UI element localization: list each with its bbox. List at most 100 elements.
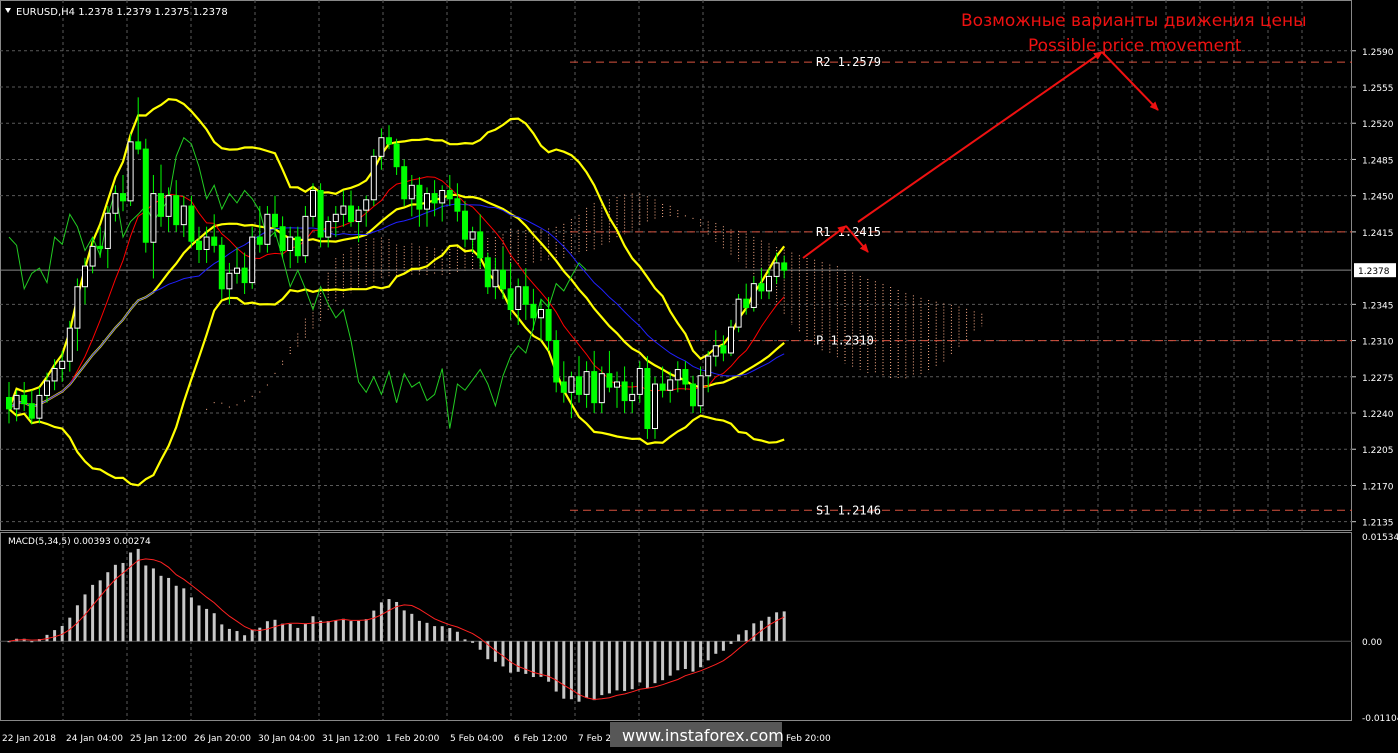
time-axis-label: 26 Jan 20:00 — [194, 734, 251, 744]
macd-histogram-bar — [281, 623, 285, 642]
candle-body — [325, 221, 332, 238]
candle-body — [393, 143, 400, 168]
macd-histogram-bar — [600, 641, 604, 696]
price-axis-label: 1.2205 — [1362, 446, 1394, 456]
candle-body — [538, 309, 544, 319]
candle-body — [378, 137, 385, 157]
candle-body — [750, 283, 757, 308]
macd-histogram-bar — [607, 641, 611, 694]
candle-body — [568, 376, 575, 393]
candle-body — [264, 213, 271, 245]
candle-body — [363, 199, 370, 211]
candle-body — [454, 198, 461, 212]
candle-body — [82, 265, 88, 288]
candle-body — [522, 286, 529, 305]
candle-body — [211, 236, 218, 246]
annotation-title-ru: Возможные варианты движения цены — [961, 11, 1307, 31]
macd-histogram-bar — [623, 641, 627, 691]
candle-body — [256, 236, 263, 245]
candle-body — [446, 189, 453, 200]
candle-body — [180, 205, 187, 226]
candle-body — [234, 267, 240, 274]
candle-body — [636, 368, 643, 395]
macd-axis-label: -0.01104 — [1362, 714, 1398, 724]
candle-body — [340, 205, 347, 215]
macd-histogram-bar — [319, 620, 323, 642]
candle-body — [408, 184, 415, 200]
macd-histogram-bar — [653, 641, 657, 684]
price-axis-label: 1.2345 — [1362, 301, 1394, 311]
macd-histogram-bar — [691, 641, 695, 672]
macd-histogram-bar — [303, 623, 307, 642]
candle-body — [758, 283, 765, 292]
macd-histogram-bar — [83, 594, 87, 642]
price-chart[interactable]: R2 1.2579 R1 1.2415 P 1.2310 S1 1.2146 1.25… — [0, 0, 1398, 749]
candle-body — [553, 340, 560, 383]
watermark-text: www.instaforex.com — [622, 726, 784, 745]
macd-histogram-bar — [471, 641, 475, 643]
macd-axis-label: 0.00 — [1362, 638, 1382, 648]
macd-histogram-bar — [136, 548, 140, 642]
macd-histogram-bar — [721, 641, 725, 651]
candle-body — [500, 269, 506, 290]
candle-body — [203, 236, 210, 250]
candle-body — [477, 231, 484, 259]
macd-histogram-bar — [425, 622, 429, 642]
macd-histogram-bar — [501, 641, 505, 667]
candle-body — [720, 345, 727, 354]
candle-body — [355, 209, 362, 223]
candle-body — [59, 360, 66, 370]
candle-body — [120, 193, 126, 202]
macd-histogram-bar — [379, 602, 383, 642]
macd-histogram-bar — [463, 639, 467, 642]
candle-body — [173, 195, 180, 226]
macd-histogram-bar — [372, 610, 376, 642]
current-price-label: 1.2378 — [1358, 267, 1390, 277]
candle-body — [545, 309, 552, 342]
candle-body — [591, 371, 598, 404]
macd-histogram-bar — [121, 562, 125, 642]
candle-body — [188, 205, 195, 242]
candle-body — [287, 236, 294, 252]
macd-histogram-bar — [159, 575, 163, 642]
candle-body — [97, 245, 104, 249]
macd-histogram-bar — [577, 641, 581, 702]
candle-body — [51, 368, 58, 382]
macd-histogram-bar — [30, 641, 34, 643]
time-axis-label: 22 Jan 2018 — [2, 734, 56, 744]
candle-body — [196, 240, 202, 250]
candle-body — [127, 141, 134, 202]
macd-histogram-bar — [182, 588, 186, 642]
annotation-title-en: Possible price movement — [1028, 36, 1242, 56]
time-axis-label: 25 Jan 12:00 — [130, 734, 187, 744]
macd-histogram-bar — [167, 577, 171, 642]
candle-body — [150, 193, 157, 243]
candle-body — [507, 288, 514, 311]
candle-body — [21, 394, 28, 405]
macd-histogram-bar — [387, 599, 391, 642]
price-axis-label: 1.2415 — [1362, 229, 1394, 239]
candle-body — [492, 269, 499, 288]
candle-body — [112, 193, 119, 214]
macd-histogram-bar — [250, 629, 254, 642]
macd-histogram-bar — [410, 613, 414, 642]
macd-histogram-bar — [106, 572, 110, 642]
candle-body — [728, 326, 734, 354]
candle-body — [28, 403, 35, 419]
candle-body — [66, 327, 73, 362]
macd-histogram-bar — [273, 619, 277, 642]
candle-body — [13, 394, 20, 410]
candle-body — [705, 355, 712, 377]
candle-body — [158, 193, 164, 217]
candle-body — [370, 155, 377, 201]
watermark[interactable]: www.instaforex.com — [610, 722, 784, 747]
macd-histogram-bar — [638, 641, 642, 683]
candle-body — [74, 286, 81, 329]
macd-histogram-bar — [433, 626, 437, 642]
macd-histogram-bar — [661, 641, 665, 681]
macd-histogram-bar — [151, 568, 155, 642]
candle-body — [348, 205, 354, 223]
candle-body — [218, 244, 225, 290]
candle-body — [484, 257, 491, 288]
price-axis-label: 1.2275 — [1362, 374, 1394, 384]
